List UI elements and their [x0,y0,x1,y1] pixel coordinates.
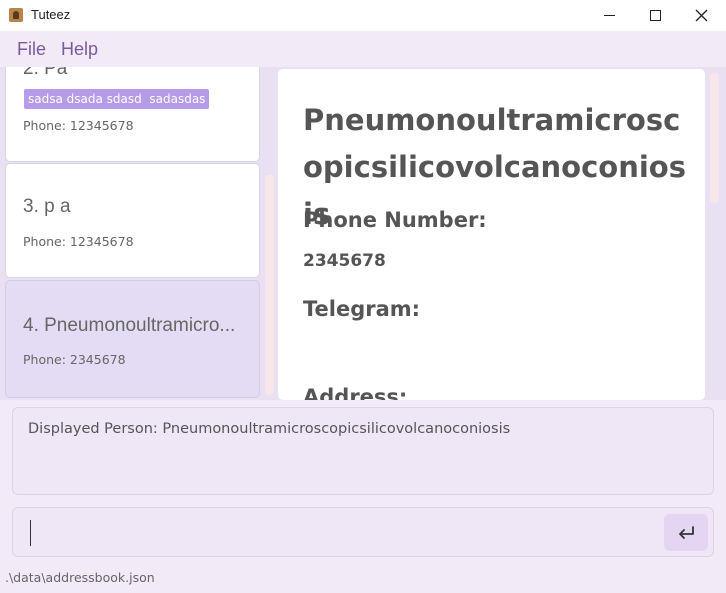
status-bar: .\data\addressbook.json [0,565,726,593]
person-card-3[interactable]: 3. p a Phone: 12345678 [5,163,260,278]
person-phone: Phone: 12345678 [23,118,134,133]
person-name: 4. Pneumonoultramicro... [23,315,236,336]
command-input[interactable] [23,516,643,548]
menu-bar: File Help [0,31,726,67]
window-title: Tuteez [31,7,71,22]
person-phone: Phone: 12345678 [23,234,134,249]
enter-button[interactable] [664,514,708,551]
person-list[interactable]: 2. Pa sadsa dsada sdasd sadasdas Phone: … [0,67,276,400]
maximize-icon [649,10,661,21]
command-box [12,507,714,557]
maximize-button[interactable] [632,0,678,31]
title-bar: Tuteez [0,0,726,31]
menu-file[interactable]: File [17,39,46,60]
person-phone: Phone: 2345678 [23,352,126,367]
minimize-button[interactable] [586,0,632,31]
phone-label: Phone Number: [303,208,487,232]
address-label: Address: [303,385,408,400]
menu-help[interactable]: Help [61,39,98,60]
enter-icon [679,525,694,539]
person-name: 3. p a [23,196,71,217]
minimize-icon [603,15,615,16]
person-name: 2. Pa [23,67,68,79]
list-scrollbar-thumb[interactable] [265,175,274,395]
text-caret [30,520,31,546]
status-path: .\data\addressbook.json [5,570,155,585]
person-card-4[interactable]: 4. Pneumonoultramicro... Phone: 2345678 [5,280,260,398]
app-icon [9,8,23,22]
result-text: Displayed Person: Pneumonoultramicroscop… [28,421,511,437]
person-detail-card: Pneumonoultramicroscopicsilicovolcanocon… [278,69,705,400]
phone-value: 2345678 [303,251,386,271]
person-tag: sadsa dsada sdasd sadasdas [24,89,210,109]
close-icon [695,9,707,22]
telegram-label: Telegram: [303,297,421,321]
result-display: Displayed Person: Pneumonoultramicroscop… [12,407,714,495]
detail-scrollbar-thumb[interactable] [710,73,719,203]
close-button[interactable] [678,0,724,31]
person-card-2[interactable]: 2. Pa sadsa dsada sdasd sadasdas Phone: … [5,67,260,162]
